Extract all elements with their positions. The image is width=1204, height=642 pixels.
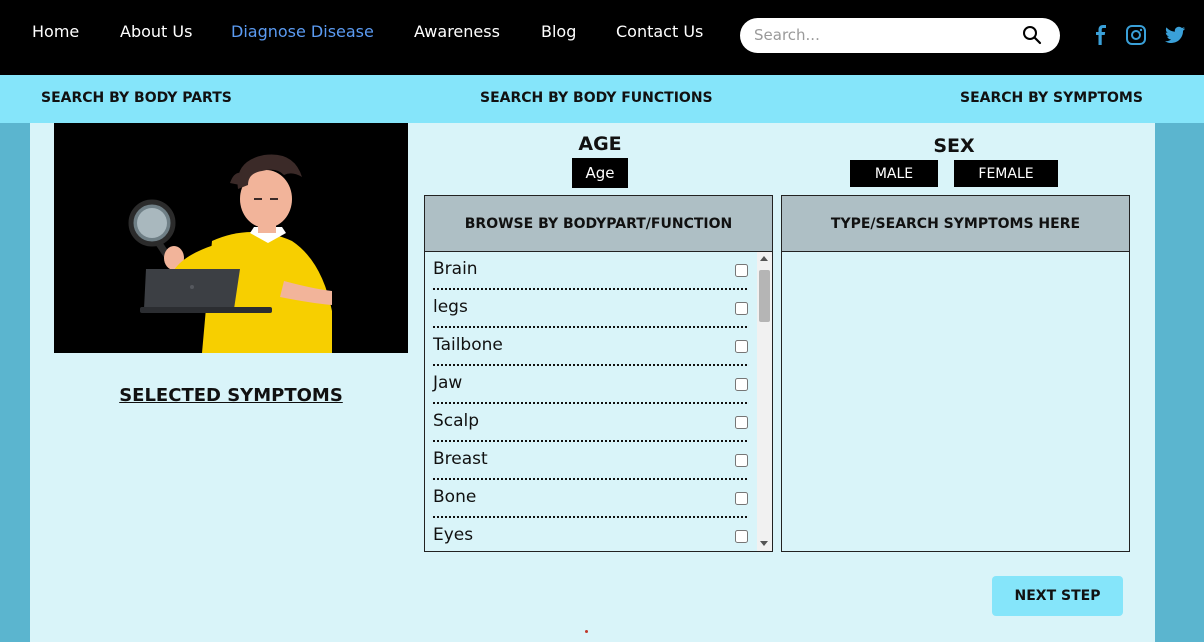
male-button[interactable]: MALE [850, 160, 938, 187]
search-input[interactable] [754, 24, 1014, 46]
list-item: Tailbone [425, 328, 772, 366]
decorative-dot [585, 630, 588, 633]
category-bar: SEARCH BY BODY PARTS SEARCH BY BODY FUNC… [0, 75, 1204, 123]
bodypart-checkbox-scalp[interactable] [735, 416, 748, 429]
age-input-button[interactable]: Age [572, 158, 628, 188]
bodypart-label-legs: legs [433, 297, 468, 317]
bodypart-checkbox-brain[interactable] [735, 264, 748, 277]
bodypart-checkbox-bone[interactable] [735, 492, 748, 505]
search-icon[interactable] [1022, 25, 1042, 45]
browse-bodypart-box: BROWSE BY BODYPART/FUNCTION Brain legs T… [424, 195, 773, 552]
bodypart-label-breast: Breast [433, 449, 488, 469]
list-scrollbar[interactable] [757, 252, 772, 551]
bodypart-checkbox-jaw[interactable] [735, 378, 748, 391]
bodypart-label-eyes: Eyes [433, 525, 474, 545]
bodypart-list: Brain legs Tailbone Jaw Scalp Breast Bon… [425, 252, 772, 551]
browse-header: BROWSE BY BODYPART/FUNCTION [425, 196, 772, 252]
instagram-icon[interactable] [1125, 24, 1147, 46]
next-step-button[interactable]: NEXT STEP [992, 576, 1123, 616]
search-by-body-parts-link[interactable]: SEARCH BY BODY PARTS [41, 90, 232, 106]
scroll-up-arrow-icon[interactable] [760, 256, 768, 261]
list-item: Bone [425, 480, 772, 518]
search-box [740, 18, 1060, 53]
symptoms-header: TYPE/SEARCH SYMPTOMS HERE [782, 196, 1129, 252]
list-item: Brain [425, 252, 772, 290]
search-by-body-functions-link[interactable]: SEARCH BY BODY FUNCTIONS [480, 90, 713, 106]
female-button[interactable]: FEMALE [954, 160, 1058, 187]
selected-symptoms-heading: SELECTED SYMPTOMS [119, 385, 343, 406]
top-navbar: Home About Us Diagnose Disease Awareness… [0, 0, 1204, 75]
age-heading: AGE [578, 133, 622, 155]
nav-awareness[interactable]: Awareness [414, 22, 500, 41]
nav-home[interactable]: Home [32, 22, 79, 41]
bodypart-checkbox-legs[interactable] [735, 302, 748, 315]
list-item: Jaw [425, 366, 772, 404]
nav-contact-us[interactable]: Contact Us [616, 22, 703, 41]
nav-diagnose-disease[interactable]: Diagnose Disease [231, 22, 374, 41]
illustration-image [54, 123, 408, 353]
facebook-icon[interactable] [1090, 24, 1112, 46]
list-item: Scalp [425, 404, 772, 442]
diagnose-panel: SELECTED SYMPTOMS AGE Age SEX MALE FEMAL… [30, 123, 1155, 642]
list-item: legs [425, 290, 772, 328]
scroll-thumb[interactable] [759, 270, 770, 322]
list-item: Breast [425, 442, 772, 480]
scroll-down-arrow-icon[interactable] [760, 541, 768, 546]
bodypart-label-tailbone: Tailbone [433, 335, 503, 355]
bodypart-label-brain: Brain [433, 259, 478, 279]
nav-about-us[interactable]: About Us [120, 22, 192, 41]
bodypart-label-jaw: Jaw [433, 373, 463, 393]
bodypart-checkbox-breast[interactable] [735, 454, 748, 467]
sex-heading: SEX [933, 135, 975, 157]
twitter-icon[interactable] [1164, 24, 1186, 46]
bodypart-label-scalp: Scalp [433, 411, 480, 431]
symptoms-search-box[interactable]: TYPE/SEARCH SYMPTOMS HERE [781, 195, 1130, 552]
search-by-symptoms-link[interactable]: SEARCH BY SYMPTOMS [960, 90, 1143, 106]
bodypart-checkbox-tailbone[interactable] [735, 340, 748, 353]
bodypart-label-bone: Bone [433, 487, 477, 507]
person-magnifier-illustration [128, 154, 332, 353]
bodypart-checkbox-eyes[interactable] [735, 530, 748, 543]
nav-blog[interactable]: Blog [541, 22, 576, 41]
list-item: Eyes [425, 518, 772, 551]
